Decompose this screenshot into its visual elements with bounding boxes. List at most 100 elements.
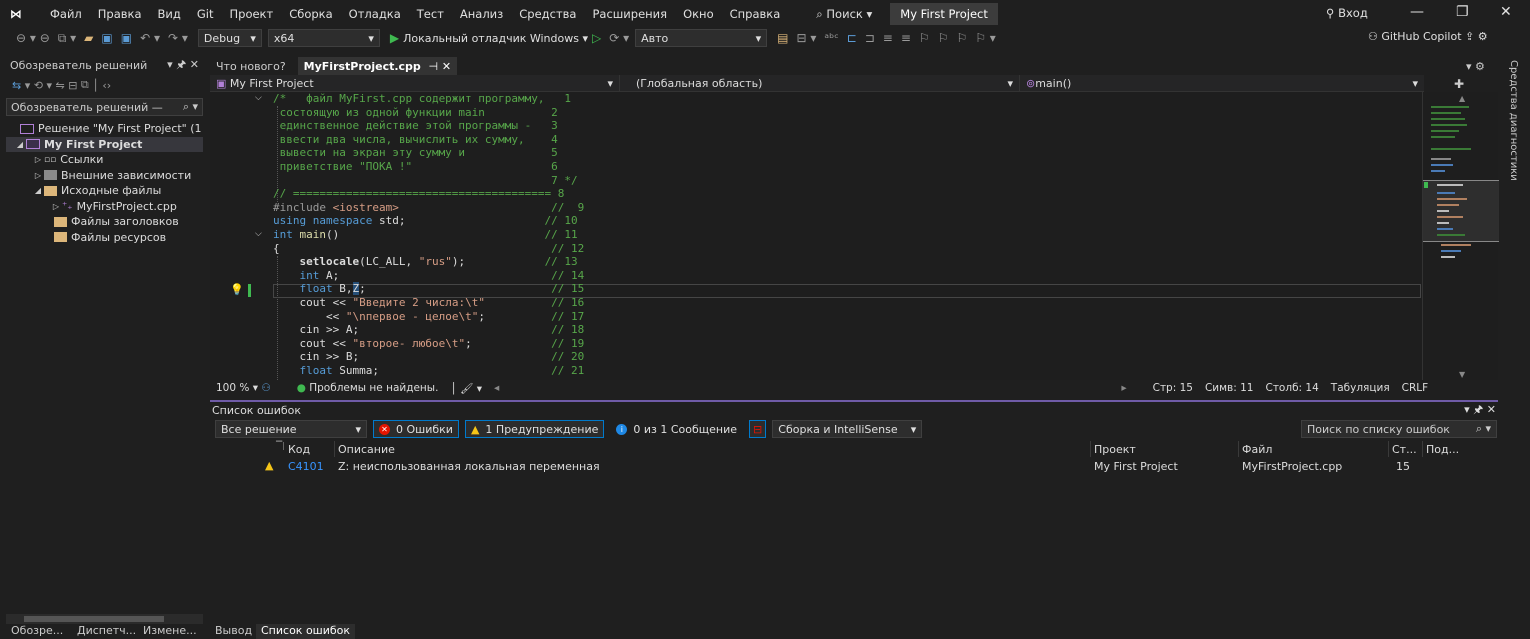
table-row[interactable]: ▲ C4101 Z: неиспользованная локальная пе… xyxy=(210,458,1498,474)
uncomment-icon[interactable]: ⊐ xyxy=(861,31,879,45)
bookmark-clear-icon[interactable]: ⚐ ▾ xyxy=(971,31,1000,45)
indent-icon[interactable]: ≡ xyxy=(879,31,897,45)
share-icon[interactable]: ⇪ xyxy=(1465,30,1474,43)
expanded-icon[interactable]: ◢ xyxy=(14,140,26,149)
scrollbar-thumb[interactable] xyxy=(24,616,164,622)
zoom-select[interactable]: 100 % ▾ ⚇ xyxy=(210,382,277,394)
tree-item-external-deps[interactable]: ▷ Внешние зависимости xyxy=(6,168,203,184)
lightbulb-icon[interactable]: 💡 xyxy=(230,283,244,296)
tree-item-solution[interactable]: Решение "My First Project" (1 xyxy=(6,121,203,137)
bookmark-prev-icon[interactable]: ⚐ xyxy=(934,31,953,45)
errors-filter-button[interactable]: ✕ 0 Ошибки xyxy=(373,420,459,438)
collapsed-icon[interactable]: ▷ xyxy=(50,202,62,211)
tab-overflow-icon[interactable]: ▾ ⚙ xyxy=(1466,60,1485,73)
line-indicator[interactable]: Стр: 15 xyxy=(1147,382,1199,394)
nav-member-select[interactable]: ⊚main() ▾ xyxy=(1020,75,1424,92)
menu-help[interactable]: Справка xyxy=(722,7,789,21)
fold-icon[interactable]: ⌵ xyxy=(255,229,262,239)
tree-item-cpp-file[interactable]: ▷ ⁺₊ MyFirstProject.cpp xyxy=(6,199,203,215)
copilot-small-icon[interactable]: ⚇ xyxy=(261,382,270,394)
save-icon[interactable]: ▣ xyxy=(97,31,116,45)
error-search-input[interactable]: Поиск по списку ошибок ⌕ ▾ xyxy=(1301,420,1497,438)
sync-icon[interactable]: ⇋ xyxy=(55,79,64,92)
debugger-button[interactable]: Локальный отладчик Windows ▾ xyxy=(403,32,588,45)
collapsed-icon[interactable]: ▷ xyxy=(32,155,44,164)
open-folder-icon[interactable]: ▰ xyxy=(80,31,97,45)
comment-icon[interactable]: ⊏ xyxy=(843,31,861,45)
column-file[interactable]: Файл xyxy=(1242,443,1272,456)
spellcheck-icon[interactable]: ᵃᵇᶜ xyxy=(820,31,842,45)
menu-view[interactable]: Вид xyxy=(150,7,189,21)
scope-select[interactable]: Все решение ▾ xyxy=(215,420,367,438)
build-select[interactable]: Сборка и IntelliSense ▾ xyxy=(772,420,923,438)
config-select[interactable]: Debug ▾ xyxy=(197,29,262,47)
back-icon[interactable]: ⊖ ▾ ⊖ xyxy=(12,31,54,45)
code-minimap[interactable]: ▲ ▼ xyxy=(1422,92,1499,380)
tab-cpp-file[interactable]: MyFirstProject.cpp ⊣ ✕ xyxy=(297,57,458,75)
tab-whats-new[interactable]: Что нового? xyxy=(210,57,292,75)
scroll-right-icon[interactable]: ▸ xyxy=(1115,382,1132,394)
menu-project[interactable]: Проект xyxy=(222,7,282,21)
history-icon[interactable]: ⟲ ▾ xyxy=(34,79,52,92)
column-description[interactable]: Описание xyxy=(338,443,395,456)
nav-project-select[interactable]: ▣ My First Project ▾ xyxy=(210,74,620,92)
scroll-left-icon[interactable]: ◂ xyxy=(488,382,505,394)
close-window-button[interactable]: ✕ xyxy=(1500,4,1512,20)
source-code[interactable]: /* файл MyFirst.cpp содержит программу, … xyxy=(273,92,584,377)
outdent-icon[interactable]: ≡ xyxy=(897,31,915,45)
folder-tool-icon[interactable]: ▤ xyxy=(773,31,792,45)
vs-logo-icon[interactable]: ⋈ xyxy=(10,7,32,21)
code-view-icon[interactable]: ‹› xyxy=(102,79,111,92)
tab-solution-explorer[interactable]: Обозре... xyxy=(6,624,68,639)
menu-extensions[interactable]: Расширения xyxy=(584,7,675,21)
tree-item-header-files[interactable]: Файлы заголовков xyxy=(6,214,203,230)
tab-task-manager[interactable]: Диспетч... xyxy=(72,624,141,639)
new-project-icon[interactable]: ⧉ ▾ xyxy=(54,31,80,46)
copilot-button[interactable]: ⚇ GitHub Copilot ⇪ ⚙ xyxy=(1368,30,1488,43)
undo-icon[interactable]: ↶ ▾ xyxy=(136,31,164,45)
warnings-filter-button[interactable]: ▲ 1 Предупреждение xyxy=(464,420,605,438)
switch-views-icon[interactable]: ⇆ xyxy=(12,79,21,92)
panel-controls[interactable]: ▾ 🖈 ✕ xyxy=(167,56,199,75)
menu-test[interactable]: Тест xyxy=(409,7,452,21)
nav-scope-select[interactable]: (Глобальная область) ▾ xyxy=(620,74,1020,92)
tree-item-project[interactable]: ◢ My First Project xyxy=(6,136,203,152)
show-all-files-icon[interactable]: ⧉ xyxy=(81,78,89,92)
horizontal-scrollbar[interactable] xyxy=(6,614,203,624)
start-without-debug-icon[interactable]: ▷ xyxy=(588,31,605,45)
error-code-link[interactable]: C4101 xyxy=(288,460,324,473)
collapsed-icon[interactable]: ▷ xyxy=(32,171,44,180)
save-all-icon[interactable]: ▣ xyxy=(117,31,136,45)
redo-icon[interactable]: ↷ ▾ xyxy=(164,31,192,45)
column-line[interactable]: Ст... xyxy=(1392,443,1417,456)
menu-git[interactable]: Git xyxy=(189,7,222,21)
menu-edit[interactable]: Правка xyxy=(90,7,150,21)
cleanup-icon[interactable]: │ 🖌 ▾ xyxy=(444,382,488,395)
login-button[interactable]: ⚲ Вход xyxy=(1326,6,1368,20)
column-project[interactable]: Проект xyxy=(1094,443,1136,456)
tab-output[interactable]: Вывод xyxy=(210,624,257,639)
build-filter-icon[interactable]: ⊟ xyxy=(749,420,767,438)
layout-icon[interactable]: ⊟ ▾ xyxy=(792,31,820,45)
menu-file[interactable]: Файл xyxy=(42,7,90,21)
column-suppression[interactable]: Под... xyxy=(1426,443,1459,456)
start-debug-icon[interactable]: ▶ xyxy=(386,31,403,45)
close-icon[interactable]: ✕ xyxy=(442,60,451,73)
maximize-button[interactable]: ❐ xyxy=(1456,4,1469,20)
menu-window[interactable]: Окно xyxy=(675,7,722,21)
menu-build[interactable]: Сборка xyxy=(281,7,340,21)
eol-indicator[interactable]: CRLF xyxy=(1396,382,1435,394)
problems-indicator[interactable]: ● Проблемы не найдены. xyxy=(291,382,445,394)
diagnostics-tools-label[interactable]: Средства диагностики xyxy=(1508,60,1519,181)
tree-item-resource-files[interactable]: Файлы ресурсов xyxy=(6,230,203,246)
tab-changes[interactable]: Измене... xyxy=(138,624,202,639)
code-editor[interactable]: ⌵ ⌵ 💡 /* файл MyFirst.cpp содержит прогр… xyxy=(210,92,1422,380)
tree-item-source-files[interactable]: ◢ Исходные файлы xyxy=(6,183,203,199)
messages-filter-button[interactable]: i 0 из 1 Сообщение xyxy=(610,420,743,438)
bookmark-next-icon[interactable]: ⚐ xyxy=(952,31,971,45)
expanded-icon[interactable]: ◢ xyxy=(32,186,44,195)
column-indicator[interactable]: Столб: 14 xyxy=(1259,382,1324,394)
menu-debug[interactable]: Отладка xyxy=(341,7,409,21)
sort-icon[interactable]: ▔| xyxy=(276,441,285,450)
minimap-viewport[interactable] xyxy=(1423,180,1499,242)
